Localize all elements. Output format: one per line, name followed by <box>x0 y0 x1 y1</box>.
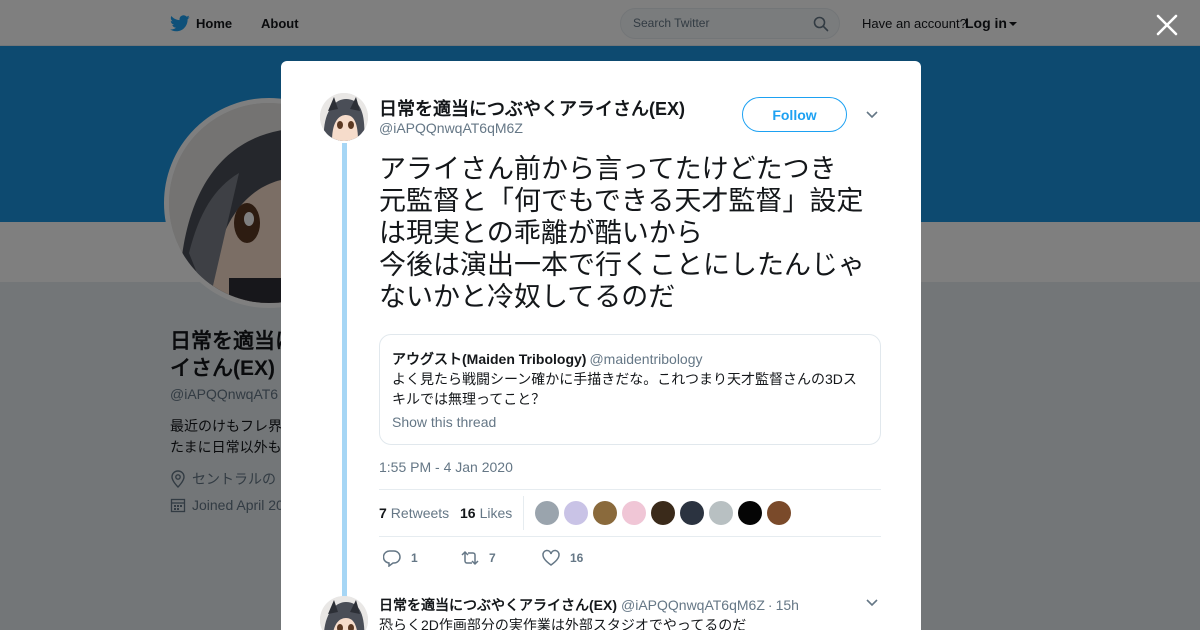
retweets-stat[interactable]: 7 Retweets <box>379 505 449 521</box>
liker-avatar[interactable] <box>767 501 791 525</box>
reply-action[interactable]: 1 <box>383 549 418 567</box>
likes-stat[interactable]: 16 Likes <box>460 505 512 521</box>
author-name[interactable]: 日常を適当につぶやくアライさん(EX) <box>379 95 685 121</box>
reply-text: 恐らく2D作画部分の実作業は外部スタジオでやってるのだ <box>379 617 747 630</box>
liker-avatar[interactable] <box>564 501 588 525</box>
tweet-text: アライさん前から言ってたけどたつき 元監督と「何でもできる天才監督」設定 は現実… <box>379 154 865 312</box>
liker-avatar[interactable] <box>535 501 559 525</box>
like-action[interactable]: 16 <box>542 549 583 567</box>
reply-author-handle[interactable]: @iAPQQnwqAT6qM6Z <box>621 597 765 613</box>
quoted-tweet-handle: @maidentribology <box>589 351 703 367</box>
close-icon[interactable] <box>1154 12 1180 38</box>
reply-avatar-illustration <box>320 596 368 630</box>
liker-avatar[interactable] <box>680 501 704 525</box>
reply-separator-dot: · <box>767 597 773 613</box>
follow-button[interactable]: Follow <box>742 97 847 132</box>
tweet-permalink-modal: 日常を適当につぶやくアライさん(EX) @iAPQQnwqAT6qM6Z Fol… <box>281 61 921 630</box>
retweets-label: Retweets <box>390 505 450 521</box>
reply-author-name[interactable]: 日常を適当につぶやくアライさん(EX) <box>379 597 617 613</box>
reply-chevron-down-icon[interactable] <box>866 598 878 608</box>
liker-avatar[interactable] <box>738 501 762 525</box>
liker-avatar[interactable] <box>593 501 617 525</box>
tweet-timestamp[interactable]: 1:55 PM - 4 Jan 2020 <box>379 459 513 475</box>
reply-header: 日常を適当につぶやくアライさん(EX) @iAPQQnwqAT6qM6Z · 15h <box>379 595 799 615</box>
like-count: 16 <box>570 551 584 565</box>
liker-avatar[interactable] <box>651 501 675 525</box>
quoted-tweet-name: アウグスト(Maiden Tribology) <box>392 351 587 367</box>
quoted-tweet-author: アウグスト(Maiden Tribology) @maidentribology <box>392 349 703 369</box>
stats-divider <box>523 496 524 530</box>
thread-connector-line <box>342 143 347 603</box>
liker-avatar[interactable] <box>709 501 733 525</box>
quoted-tweet[interactable]: アウグスト(Maiden Tribology) @maidentribology … <box>379 334 881 445</box>
author-avatar[interactable] <box>320 93 368 141</box>
likes-count: 16 <box>460 505 476 521</box>
chevron-down-icon[interactable] <box>866 110 878 120</box>
likes-label: Likes <box>479 505 513 521</box>
show-thread-link[interactable]: Show this thread <box>392 414 496 430</box>
author-avatar-illustration <box>320 93 368 141</box>
reply-time[interactable]: 15h <box>776 597 799 613</box>
reply-author-avatar[interactable] <box>320 596 368 630</box>
heart-icon <box>542 549 560 566</box>
liker-avatar[interactable] <box>622 501 646 525</box>
tweet-stats: 7 Retweets 16 Likes <box>379 489 881 537</box>
retweet-icon <box>461 550 479 566</box>
retweet-action[interactable]: 7 <box>461 549 496 567</box>
author-handle[interactable]: @iAPQQnwqAT6qM6Z <box>379 120 523 136</box>
reply-icon <box>383 550 401 567</box>
tweet-actions: 1 7 16 <box>379 543 679 573</box>
retweets-count: 7 <box>379 505 387 521</box>
quoted-tweet-text: よく見たら戦闘シーン確かに手描きだな。これつまり天才監督さんの3Dスキルでは無理… <box>392 371 857 407</box>
reply-count: 1 <box>411 551 418 565</box>
retweet-count: 7 <box>489 551 496 565</box>
